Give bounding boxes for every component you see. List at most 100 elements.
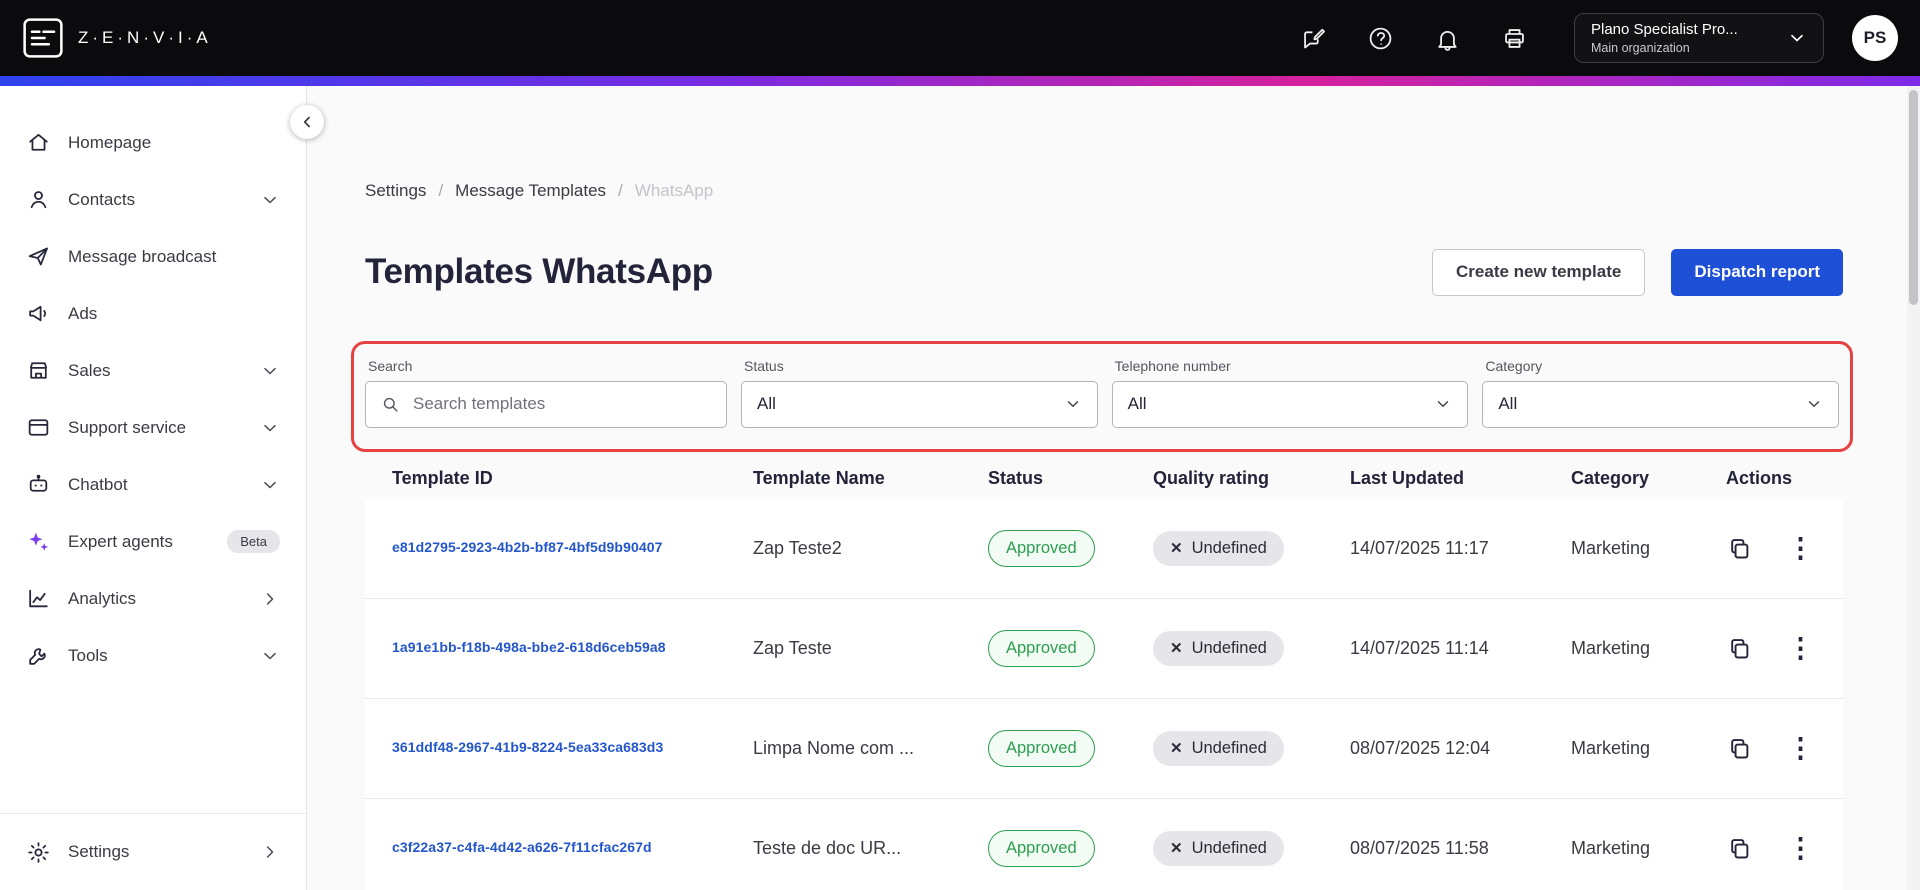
- copy-icon[interactable]: [1726, 835, 1753, 862]
- chevron-down-icon: [264, 196, 276, 203]
- breadcrumb-message-templates[interactable]: Message Templates: [455, 181, 606, 201]
- search-filter: Search: [365, 358, 727, 428]
- organization-selector[interactable]: Plano Specialist Pro... Main organizatio…: [1574, 13, 1824, 63]
- sidebar-item-sales[interactable]: Sales: [0, 342, 306, 399]
- kebab-menu-icon[interactable]: ⋮: [1783, 634, 1818, 662]
- chevron-down-icon: [1438, 401, 1449, 408]
- sidebar-item-contacts[interactable]: Contacts: [0, 171, 306, 228]
- sidebar: Homepage Contacts Message broadcast Ads …: [0, 86, 307, 890]
- quality-badge: ✕ Undefined: [1153, 530, 1284, 566]
- copy-icon[interactable]: [1726, 535, 1753, 562]
- sidebar-items: Homepage Contacts Message broadcast Ads …: [0, 86, 306, 684]
- category-value: Marketing: [1571, 737, 1651, 758]
- page-title: Templates WhatsApp: [365, 252, 713, 292]
- status-badge: Approved: [988, 529, 1095, 567]
- template-id-link[interactable]: 361ddf48-2967-41b9-8224-5ea33ca683d3: [392, 739, 663, 755]
- search-label: Search: [368, 357, 413, 374]
- header-template-id: Template ID: [392, 468, 493, 489]
- printer-icon[interactable]: [1501, 25, 1528, 52]
- page-actions: Create new template Dispatch report: [1432, 248, 1843, 296]
- table-row: 1a91e1bb-f18b-498a-bbe2-618d6ceb59a8 Zap…: [365, 598, 1843, 699]
- conversations-icon[interactable]: [1300, 25, 1327, 52]
- chevron-down-icon: [264, 481, 276, 488]
- sidebar-item-label: Chatbot: [68, 474, 128, 494]
- close-icon: ✕: [1170, 840, 1183, 858]
- notifications-bell-icon[interactable]: [1434, 25, 1461, 52]
- sidebar-item-tools[interactable]: Tools: [0, 627, 306, 684]
- sidebar-item-ads[interactable]: Ads: [0, 285, 306, 342]
- sidebar-item-homepage[interactable]: Homepage: [0, 114, 306, 171]
- create-new-template-button[interactable]: Create new template: [1432, 248, 1646, 296]
- template-id-link[interactable]: c3f22a37-c4fa-4d42-a626-7f11cfac267d: [392, 839, 652, 855]
- help-icon[interactable]: [1367, 25, 1394, 52]
- category-select[interactable]: All: [1482, 380, 1840, 428]
- last-updated: 14/07/2025 11:14: [1350, 637, 1489, 658]
- kebab-menu-icon[interactable]: ⋮: [1783, 534, 1818, 562]
- table-body: e81d2795-2923-4b2b-bf87-4bf5d9b90407 Zap…: [365, 498, 1843, 890]
- quality-badge-label: Undefined: [1191, 838, 1267, 857]
- chevron-down-icon: [1067, 401, 1078, 408]
- breadcrumb: Settings / Message Templates / WhatsApp: [365, 181, 1843, 201]
- status-badge: Approved: [988, 629, 1095, 667]
- template-name: Zap Teste2: [753, 537, 842, 558]
- kebab-menu-icon[interactable]: ⋮: [1783, 834, 1818, 862]
- gear-icon: [28, 841, 49, 863]
- close-icon: ✕: [1170, 540, 1183, 558]
- filter-bar: Search Status All Telephone number All: [365, 357, 1840, 428]
- template-id-link[interactable]: e81d2795-2923-4b2b-bf87-4bf5d9b90407: [392, 539, 663, 555]
- quality-badge: ✕ Undefined: [1153, 730, 1284, 766]
- sidebar-item-label: Analytics: [68, 588, 137, 608]
- category-filter: Category All: [1482, 357, 1840, 428]
- header-category: Category: [1571, 468, 1650, 489]
- template-name: Limpa Nome com ...: [753, 737, 915, 758]
- copy-icon[interactable]: [1726, 635, 1753, 662]
- telephone-select[interactable]: All: [1111, 380, 1469, 428]
- sidebar-item-message-broadcast[interactable]: Message broadcast: [0, 228, 306, 285]
- chevron-right-icon: [266, 592, 274, 605]
- search-input[interactable]: [411, 393, 711, 416]
- kebab-menu-icon[interactable]: ⋮: [1783, 734, 1818, 762]
- sidebar-item-settings[interactable]: Settings: [0, 814, 306, 890]
- breadcrumb-settings[interactable]: Settings: [365, 181, 426, 201]
- status-select-value: All: [757, 394, 776, 414]
- brand-text: Z·E·N·V·I·A: [78, 28, 212, 47]
- copy-icon[interactable]: [1726, 735, 1753, 762]
- category-value: Marketing: [1571, 537, 1651, 558]
- sparkles-icon: [29, 532, 49, 551]
- header-quality-rating: Quality rating: [1153, 468, 1270, 489]
- sidebar-item-chatbot[interactable]: Chatbot: [0, 456, 306, 513]
- annotation-highlight: Search Status All Telephone number All: [351, 340, 1853, 452]
- breadcrumb-separator: /: [618, 181, 623, 200]
- avatar[interactable]: PS: [1852, 15, 1898, 61]
- quality-badge-label: Undefined: [1191, 538, 1267, 557]
- sidebar-item-expert-agents[interactable]: Expert agents Beta: [0, 513, 306, 570]
- status-select[interactable]: All: [741, 380, 1098, 428]
- telephone-label: Telephone number: [1114, 357, 1231, 374]
- category-label: Category: [1485, 357, 1543, 374]
- organization-name: Plano Specialist Pro...: [1591, 21, 1738, 38]
- wrench-icon: [29, 648, 46, 665]
- category-value: Marketing: [1571, 637, 1651, 658]
- last-updated: 08/07/2025 11:58: [1350, 837, 1489, 858]
- sidebar-footer: Settings: [0, 813, 306, 890]
- sidebar-item-label: Message broadcast: [68, 246, 217, 266]
- last-updated: 08/07/2025 12:04: [1350, 737, 1491, 758]
- zenvia-logo[interactable]: Z·E·N·V·I·A: [22, 17, 212, 59]
- header-template-name: Template Name: [753, 468, 885, 489]
- header-status: Status: [988, 468, 1044, 489]
- sidebar-item-label: Settings: [68, 842, 130, 861]
- dispatch-report-button[interactable]: Dispatch report: [1671, 248, 1843, 296]
- status-label: Status: [744, 357, 784, 374]
- sidebar-item-support-service[interactable]: Support service: [0, 399, 306, 456]
- status-badge: Approved: [988, 729, 1095, 767]
- sidebar-item-analytics[interactable]: Analytics: [0, 570, 306, 627]
- template-id-link[interactable]: 1a91e1bb-f18b-498a-bbe2-618d6ceb59a8: [392, 639, 666, 655]
- sidebar-item-label: Ads: [68, 303, 98, 323]
- category-value: Marketing: [1571, 837, 1651, 858]
- chevron-left-icon: [303, 116, 310, 128]
- sidebar-collapse-button[interactable]: [290, 105, 324, 139]
- person-icon: [30, 191, 47, 209]
- scrollbar-thumb[interactable]: [1909, 90, 1918, 305]
- template-name: Teste de doc UR...: [753, 837, 902, 858]
- page-header: Templates WhatsApp Create new template D…: [365, 229, 1843, 316]
